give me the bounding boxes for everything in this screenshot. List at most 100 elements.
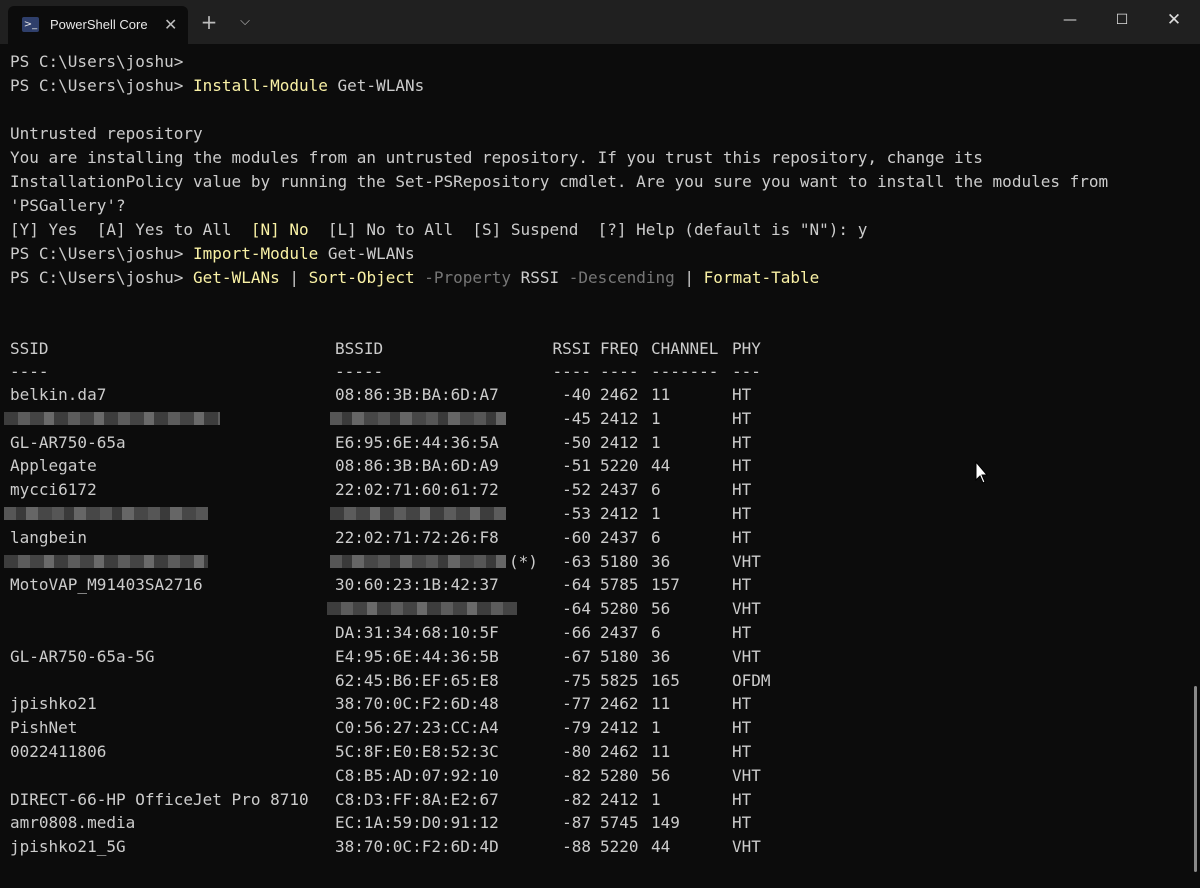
- cell-freq: 2462: [600, 694, 639, 713]
- cell-channel: 1: [651, 433, 661, 452]
- cell-rssi: -64: [562, 599, 591, 618]
- cell-phy: HT: [732, 504, 752, 523]
- cell-freq: 5280: [600, 766, 639, 785]
- cell-channel: 36: [651, 552, 671, 571]
- cell-channel: 149: [651, 813, 680, 832]
- cell-rssi: -82: [562, 766, 591, 785]
- prompt-line: PS C:\Users\joshu>: [10, 52, 184, 71]
- cell-channel: 1: [651, 504, 661, 523]
- warning-text: You are installing the modules from an u…: [10, 148, 983, 167]
- install-command-line: PS C:\Users\joshu> Install-Module Get-WL…: [10, 76, 425, 95]
- cell-freq: 5825: [600, 671, 639, 690]
- cell-ssid: DIRECT-66-HP OfficeJet Pro 8710: [10, 790, 309, 809]
- cell-ssid: GL-AR750-65a: [10, 433, 126, 452]
- cell-rssi: -64: [562, 575, 591, 594]
- cell-rssi: -77: [562, 694, 591, 713]
- cell-bssid: 08:86:3B:BA:6D:A7: [335, 385, 499, 404]
- cell-rssi: -88: [562, 837, 591, 856]
- cell-rssi: -45: [562, 409, 591, 428]
- cell-bssid: 62:45:B6:EF:65:E8: [335, 671, 499, 690]
- redacted-block: [4, 412, 220, 425]
- cell-ssid: jpishko21: [10, 694, 97, 713]
- cell-channel: 6: [651, 623, 661, 642]
- cell-channel: 44: [651, 837, 671, 856]
- cell-rssi: -67: [562, 647, 591, 666]
- tab-close-icon[interactable]: ✕: [164, 6, 177, 44]
- cell-channel: 56: [651, 599, 671, 618]
- cell-freq: 2412: [600, 409, 639, 428]
- cell-phy: HT: [732, 813, 752, 832]
- cell-freq: 5180: [600, 647, 639, 666]
- cell-phy: OFDM: [732, 671, 771, 690]
- cell-channel: 11: [651, 742, 671, 761]
- cell-phy: HT: [732, 718, 752, 737]
- cell-bssid: C8:D3:FF:8A:E2:67: [335, 790, 499, 809]
- cell-bssid: 30:60:23:1B:42:37: [335, 575, 499, 594]
- new-tab-button[interactable]: +: [196, 6, 222, 38]
- redacted-block: [330, 507, 506, 520]
- import-command-line: PS C:\Users\joshu> Import-Module Get-WLA…: [10, 244, 415, 263]
- cell-bssid: E6:95:6E:44:36:5A: [335, 433, 499, 452]
- cell-rssi: -66: [562, 623, 591, 642]
- cell-bssid: 38:70:0C:F2:6D:48: [335, 694, 499, 713]
- cell-marker: (*): [509, 552, 538, 571]
- header-rssi: RSSI: [552, 339, 591, 358]
- close-button[interactable]: ✕: [1148, 0, 1200, 40]
- cell-ssid: jpishko21_5G: [10, 837, 126, 856]
- cell-bssid: 22:02:71:72:26:F8: [335, 528, 499, 547]
- cell-ssid: MotoVAP_M91403SA2716: [10, 575, 203, 594]
- header-ssid: SSID: [10, 339, 49, 358]
- header-channel: CHANNEL: [651, 339, 719, 358]
- cell-phy: VHT: [732, 837, 761, 856]
- cell-ssid: GL-AR750-65a-5G: [10, 647, 155, 666]
- cell-freq: 5180: [600, 552, 639, 571]
- cell-rssi: -80: [562, 742, 591, 761]
- maximize-button[interactable]: ☐: [1096, 0, 1148, 40]
- warning-text: InstallationPolicy value by running the …: [10, 172, 1109, 191]
- cell-freq: 2437: [600, 528, 639, 547]
- cell-freq: 2462: [600, 742, 639, 761]
- cell-rssi: -52: [562, 480, 591, 499]
- cell-channel: 44: [651, 456, 671, 475]
- cell-ssid: 0022411806: [10, 742, 107, 761]
- cell-rssi: -51: [562, 456, 591, 475]
- cell-channel: 11: [651, 694, 671, 713]
- cell-bssid: 22:02:71:60:61:72: [335, 480, 499, 499]
- cell-bssid: E4:95:6E:44:36:5B: [335, 647, 499, 666]
- cell-rssi: -79: [562, 718, 591, 737]
- terminal-output[interactable]: PS C:\Users\joshu> PS C:\Users\joshu> In…: [0, 44, 1200, 888]
- cell-rssi: -87: [562, 813, 591, 832]
- cell-rssi: -40: [562, 385, 591, 404]
- cell-rssi: -63: [562, 552, 591, 571]
- chevron-down-icon[interactable]: ⌵: [232, 6, 258, 38]
- cell-bssid: C8:B5:AD:07:92:10: [335, 766, 499, 785]
- cell-phy: HT: [732, 742, 752, 761]
- warning-title: Untrusted repository: [10, 124, 203, 143]
- cell-ssid: amr0808.media: [10, 813, 136, 832]
- redacted-block: [4, 507, 208, 520]
- cell-phy: VHT: [732, 552, 761, 571]
- header-freq: FREQ: [600, 339, 639, 358]
- redacted-block: [330, 412, 506, 425]
- cell-freq: 2412: [600, 504, 639, 523]
- cell-channel: 157: [651, 575, 680, 594]
- cell-rssi: -75: [562, 671, 591, 690]
- cell-rssi: -82: [562, 790, 591, 809]
- minimize-button[interactable]: —: [1044, 0, 1096, 40]
- cell-phy: HT: [732, 456, 752, 475]
- cell-ssid: belkin.da7: [10, 385, 107, 404]
- powershell-icon: >_: [22, 17, 39, 32]
- cell-channel: 36: [651, 647, 671, 666]
- cell-phy: HT: [732, 694, 752, 713]
- title-bar: >_ PowerShell Core ✕ + ⌵ — ☐ ✕: [0, 0, 1200, 44]
- cell-freq: 2412: [600, 433, 639, 452]
- cell-freq: 5745: [600, 813, 639, 832]
- cell-freq: 2437: [600, 623, 639, 642]
- header-phy: PHY: [732, 339, 761, 358]
- cell-rssi: -53: [562, 504, 591, 523]
- cell-phy: VHT: [732, 599, 761, 618]
- cell-ssid: langbein: [10, 528, 88, 547]
- cell-ssid: Applegate: [10, 456, 97, 475]
- tab-powershell-core[interactable]: >_ PowerShell Core ✕: [8, 6, 188, 44]
- scrollbar-thumb[interactable]: [1194, 686, 1197, 872]
